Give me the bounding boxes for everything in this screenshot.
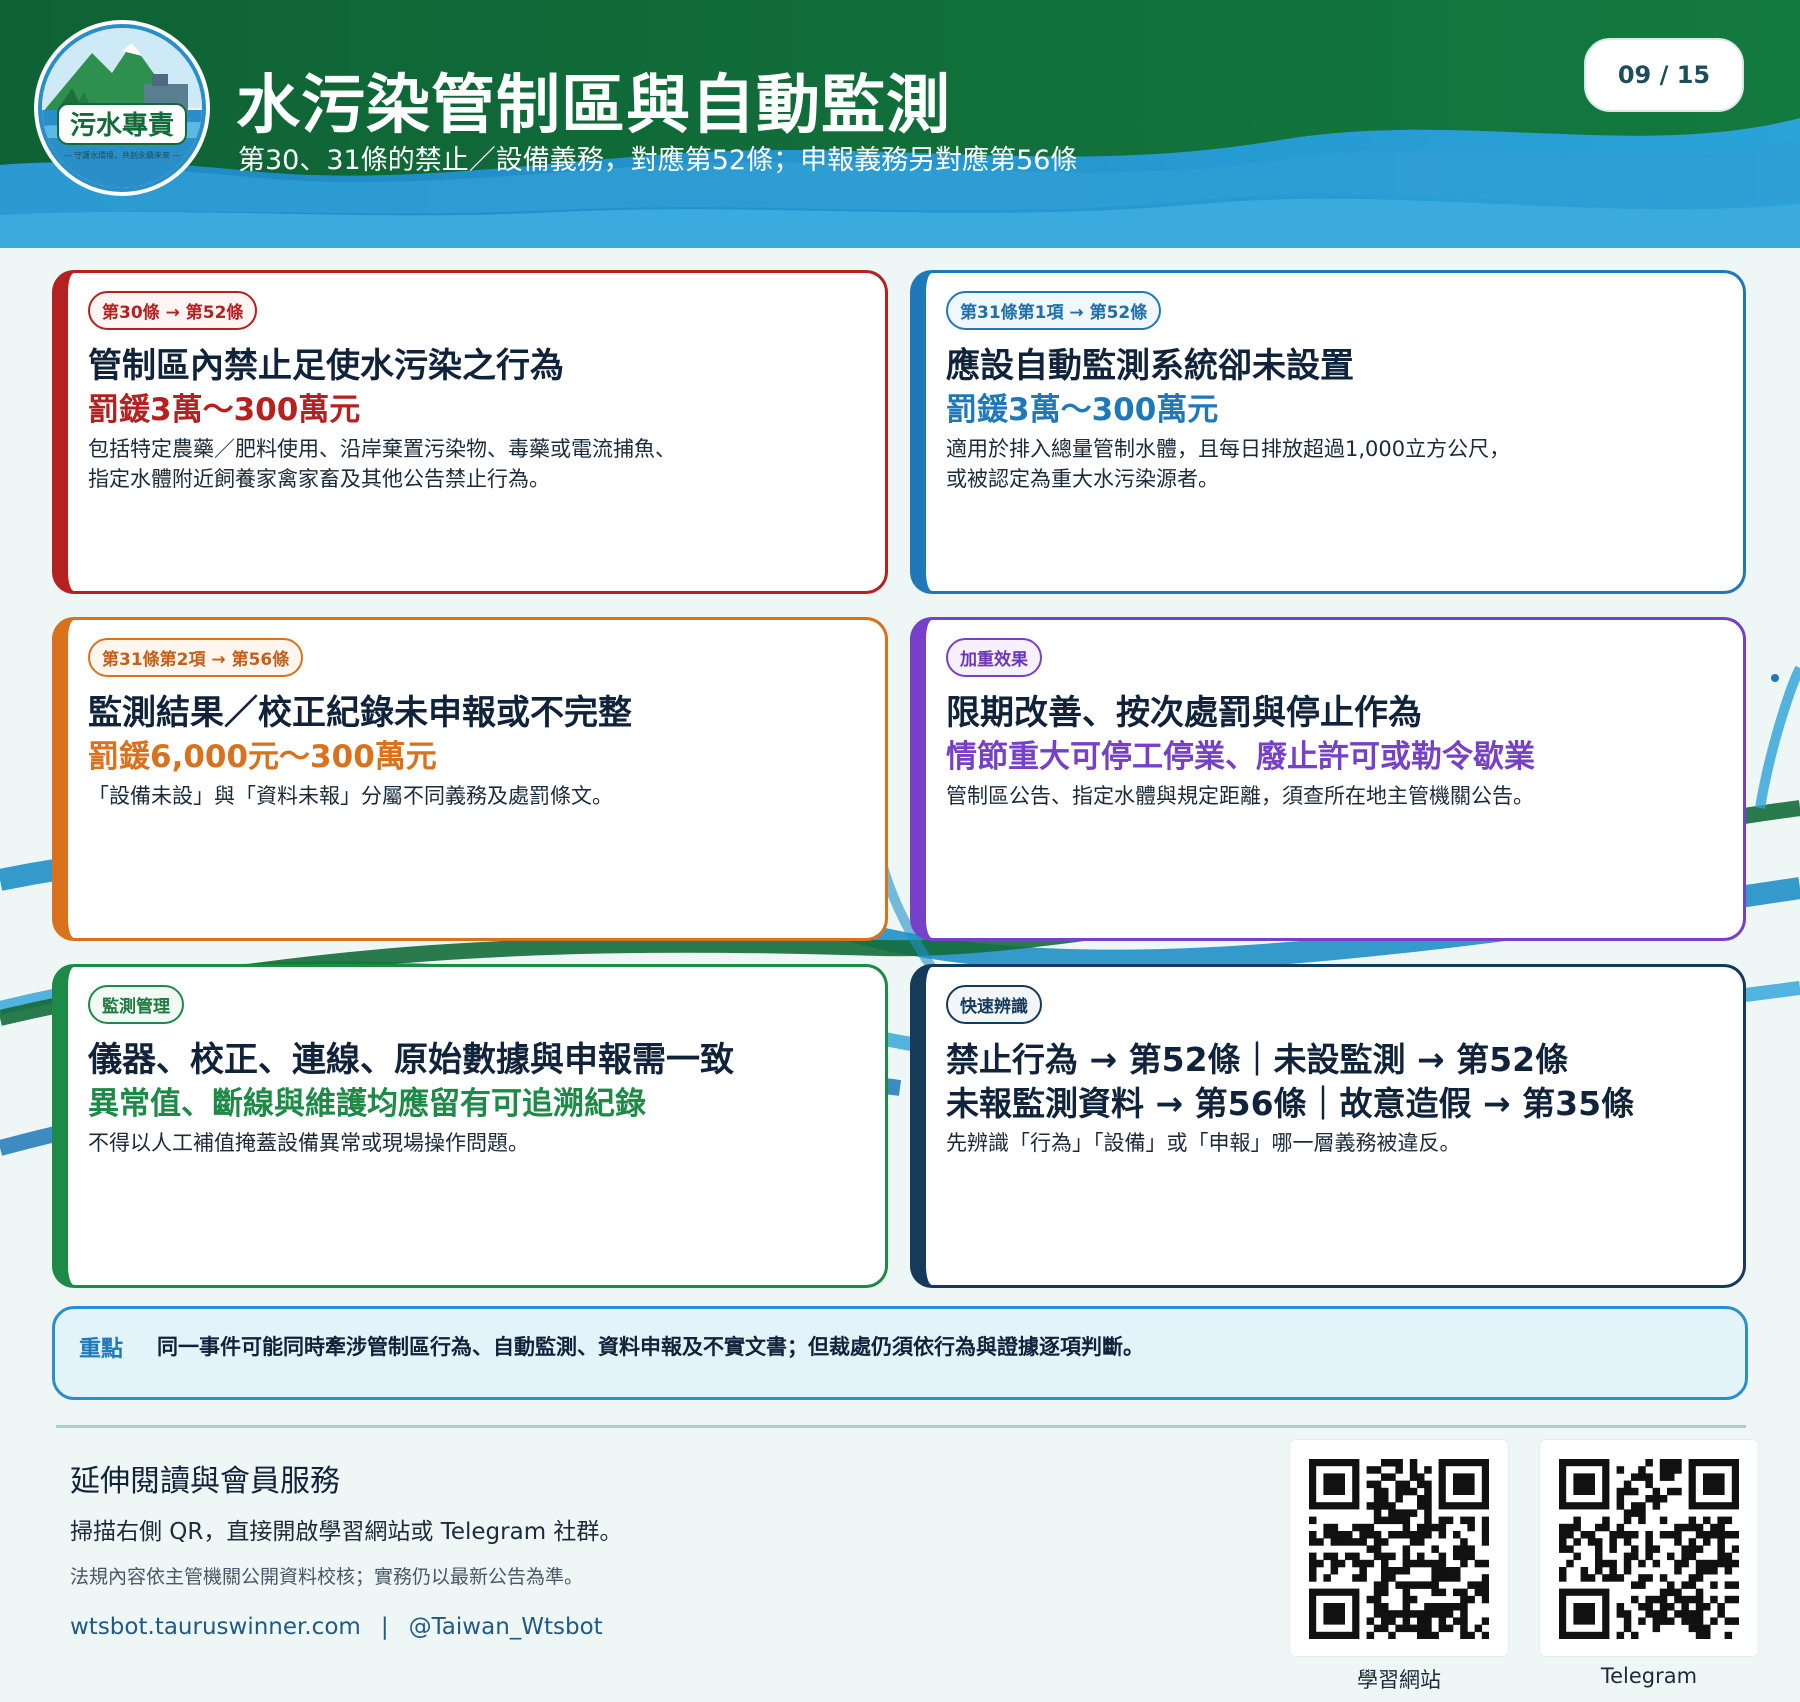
penalty-range: 罰鍰6,000元～300萬元 (88, 739, 437, 775)
logo-text: 污水專責 (70, 111, 174, 141)
qr-code-icon (1559, 1459, 1739, 1639)
card-description: 不得以人工補值掩蓋設備異常或現場操作問題。 (88, 1128, 885, 1158)
footer-description: 掃描右側 QR，直接開啟學習網站或 Telegram 社群。 (70, 1519, 623, 1545)
card-highlight: 異常值、斷線與維護均應留有可追溯紀錄 (88, 1086, 646, 1122)
card-aggravated-effect: 加重效果 限期改善、按次處罰與停止作為 情節重大可停工停業、廢止許可或勒令歇業 … (910, 617, 1746, 941)
page-indicator: 09 / 15 (1584, 38, 1744, 112)
card-description: 「設備未設」與「資料未報」分屬不同義務及處罰條文。 (88, 781, 885, 811)
penalty-range: 罰鍰3萬～300萬元 (946, 392, 1219, 428)
card-heading: 管制區內禁止足使水污染之行為 (88, 346, 564, 386)
footer-title: 延伸閱讀與會員服務 (70, 1464, 340, 1499)
card-description: 包括特定農藥／肥料使用、沿岸棄置污染物、毒藥或電流捕魚、 指定水體附近飼養家禽家… (88, 434, 885, 494)
card-description: 適用於排入總量管制水體，且每日排放超過1,000立方公尺， 或被認定為重大水污染… (946, 434, 1743, 494)
description-line: 「設備未設」與「資料未報」分屬不同義務及處罰條文。 (88, 784, 613, 808)
qr-code-telegram[interactable] (1540, 1440, 1758, 1656)
article-tag: 第31條第1項 → 第52條 (946, 291, 1162, 330)
card-heading: 未報監測資料 → 第56條｜故意造假 → 第35條 (946, 1084, 1635, 1123)
footer-divider (56, 1425, 1746, 1428)
page-subtitle: 第30、31條的禁止／設備義務，對應第52條；申報義務另對應第56條 (238, 145, 1078, 176)
description-line: 不得以人工補值掩蓋設備異常或現場操作問題。 (88, 1131, 529, 1155)
description-line: 包括特定農藥／肥料使用、沿岸棄置污染物、毒藥或電流捕魚、 (88, 437, 676, 461)
category-tag: 加重效果 (946, 638, 1042, 677)
card-highlight: 情節重大可停工停業、廢止許可或勒令歇業 (946, 739, 1535, 775)
description-line: 適用於排入總量管制水體，且每日排放超過1,000立方公尺， (946, 437, 1511, 461)
description-line: 先辨識「行為」「設備」或「申報」哪一層義務被違反。 (946, 1131, 1461, 1155)
card-description: 管制區公告、指定水體與規定距離，須查所在地主管機關公告。 (946, 781, 1743, 811)
card-heading: 儀器、校正、連線、原始數據與申報需一致 (88, 1040, 734, 1080)
card-quick-identification: 快速辨識 禁止行為 → 第52條｜未設監測 → 第52條 未報監測資料 → 第5… (910, 964, 1746, 1288)
card-heading: 應設自動監測系統卻未設置 (946, 346, 1354, 386)
category-tag: 快速辨識 (946, 985, 1042, 1024)
logo-emblem: 污水專責 — 守護水環境，共創永續未來 — (34, 20, 210, 196)
card-heading: 禁止行為 → 第52條｜未設監測 → 第52條 (946, 1040, 1569, 1079)
article-tag: 第30條 → 第52條 (88, 291, 258, 330)
key-point-label: 重點 (79, 1337, 124, 1362)
link-separator: | (380, 1614, 389, 1640)
description-line: 管制區公告、指定水體與規定距離，須查所在地主管機關公告。 (946, 784, 1534, 808)
description-line: 或被認定為重大水污染源者。 (946, 467, 1219, 491)
card-article-31-2: 第31條第2項 → 第56條 監測結果／校正紀錄未申報或不完整 罰鍰6,000元… (52, 617, 888, 941)
card-article-30: 第30條 → 第52條 管制區內禁止足使水污染之行為 罰鍰3萬～300萬元 包括… (52, 270, 888, 594)
qr-code-site[interactable] (1290, 1440, 1508, 1656)
footer-links: wtsbot.tauruswinner.com | @Taiwan_Wtsbot (70, 1614, 603, 1640)
article-tag: 第31條第2項 → 第56條 (88, 638, 304, 677)
page-title: 水污染管制區與自動監測 (236, 69, 951, 143)
qr-label-telegram: Telegram (1600, 1664, 1698, 1688)
card-heading: 限期改善、按次處罰與停止作為 (946, 693, 1422, 733)
card-monitoring-management: 監測管理 儀器、校正、連線、原始數據與申報需一致 異常值、斷線與維護均應留有可追… (52, 964, 888, 1288)
website-link[interactable]: wtsbot.tauruswinner.com (70, 1614, 361, 1640)
description-line: 指定水體附近飼養家禽家畜及其他公告禁止行為。 (88, 467, 550, 491)
logo-tagline: — 守護水環境，共創永續未來 — (63, 150, 180, 160)
qr-code-icon (1309, 1459, 1489, 1639)
telegram-link[interactable]: @Taiwan_Wtsbot (409, 1614, 603, 1640)
card-heading: 監測結果／校正紀錄未申報或不完整 (88, 693, 632, 733)
category-tag: 監測管理 (88, 985, 184, 1024)
key-point-box: 重點 同一事件可能同時牽涉管制區行為、自動監測、資料申報及不實文書；但裁處仍須依… (52, 1306, 1748, 1400)
header-banner: 污水專責 — 守護水環境，共創永續未來 — 水污染管制區與自動監測 第30、31… (0, 0, 1800, 248)
qr-label-site: 學習網站 (1357, 1668, 1441, 1692)
key-point-text: 同一事件可能同時牽涉管制區行為、自動監測、資料申報及不實文書；但裁處仍須依行為與… (157, 1335, 1144, 1359)
card-description: 先辨識「行為」「設備」或「申報」哪一層義務被違反。 (946, 1128, 1743, 1158)
penalty-range: 罰鍰3萬～300萬元 (88, 392, 361, 428)
footer-note: 法規內容依主管機關公開資料校核；實務仍以最新公告為準。 (70, 1566, 584, 1588)
card-article-31-1: 第31條第1項 → 第52條 應設自動監測系統卻未設置 罰鍰3萬～300萬元 適… (910, 270, 1746, 594)
